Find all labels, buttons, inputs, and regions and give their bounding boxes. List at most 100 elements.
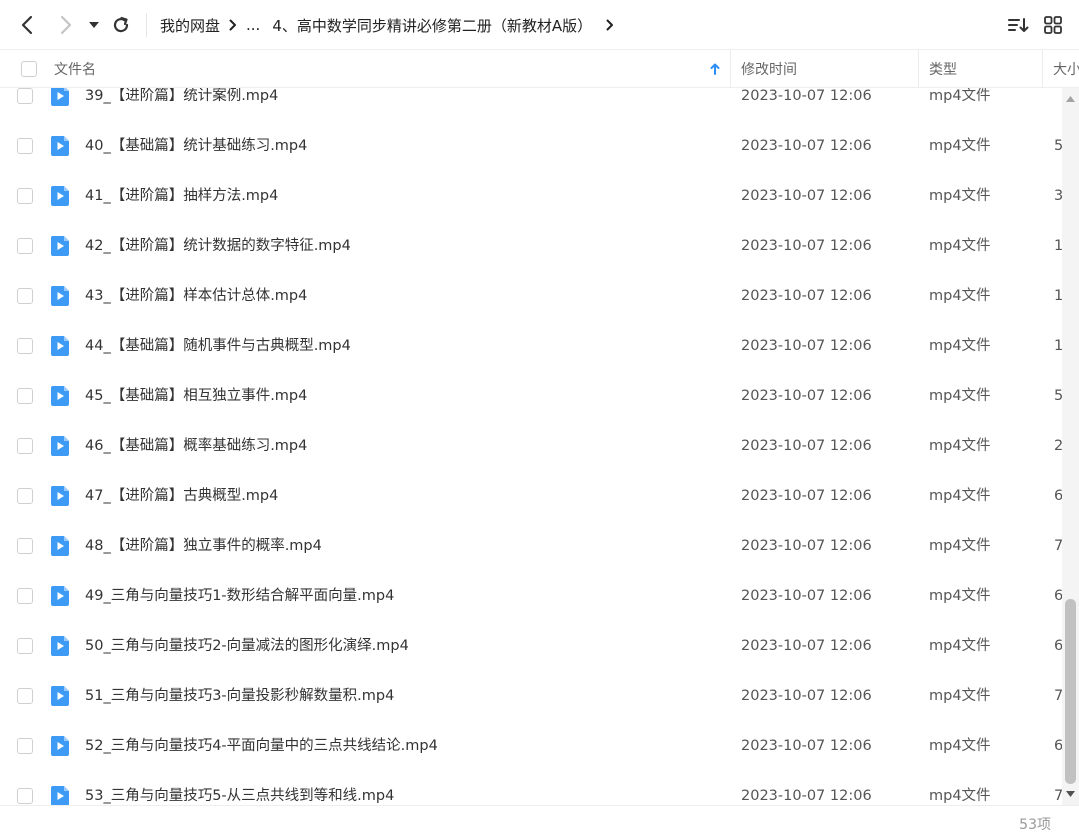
file-type: mp4文件 (929, 288, 991, 304)
grid-view-button[interactable] (1038, 10, 1068, 40)
video-file-icon (50, 586, 69, 606)
refresh-button[interactable] (106, 10, 136, 40)
file-name[interactable]: 46_【基础篇】概率基础练习.mp4 (85, 421, 307, 471)
row-checkbox[interactable] (17, 188, 33, 204)
table-row[interactable]: 44_【基础篇】随机事件与古典概型.mp4 2023-10-07 12:06 mp4… (0, 321, 1062, 371)
scroll-up-arrow-icon[interactable] (1062, 92, 1079, 106)
row-checkbox[interactable] (17, 88, 33, 104)
file-type: mp4文件 (929, 588, 991, 604)
row-checkbox[interactable] (17, 288, 33, 304)
video-file-icon (50, 136, 69, 156)
table-row[interactable]: 48_【进阶篇】独立事件的概率.mp4 2023-10-07 12:06 mp4文件… (0, 521, 1062, 571)
file-name[interactable]: 47_【进阶篇】古典概型.mp4 (85, 471, 278, 521)
row-checkbox[interactable] (17, 238, 33, 254)
forward-arrow-icon (60, 15, 72, 35)
file-name[interactable]: 52_三角与向量技巧4-平面向量中的三点共线结论.mp4 (85, 721, 438, 771)
file-size: 3 (1054, 188, 1062, 204)
file-name[interactable]: 42_【进阶篇】统计数据的数字特征.mp4 (85, 221, 351, 271)
video-file-icon (50, 286, 69, 306)
column-divider[interactable] (730, 50, 731, 88)
video-file-icon (50, 536, 69, 556)
scroll-down-arrow-icon[interactable] (1062, 787, 1079, 801)
forward-button[interactable] (51, 10, 81, 40)
column-divider[interactable] (1042, 50, 1043, 88)
table-row[interactable]: 52_三角与向量技巧4-平面向量中的三点共线结论.mp4 2023-10-07 1… (0, 721, 1062, 771)
column-label-size: 大小 (1053, 62, 1079, 78)
breadcrumb-item-ellipsis[interactable]: ... (246, 16, 260, 34)
file-type: mp4文件 (929, 638, 991, 654)
file-name[interactable]: 50_三角与向量技巧2-向量减法的图形化演绎.mp4 (85, 621, 409, 671)
file-modified-time: 2023-10-07 12:06 (741, 538, 872, 554)
file-name[interactable]: 39_【进阶篇】统计案例.mp4 (85, 88, 278, 121)
file-modified-time: 2023-10-07 12:06 (741, 788, 872, 804)
row-checkbox[interactable] (17, 438, 33, 454)
file-name[interactable]: 49_三角与向量技巧1-数形结合解平面向量.mp4 (85, 571, 394, 621)
history-dropdown-button[interactable] (80, 10, 108, 40)
breadcrumb-item-root[interactable]: 我的网盘 (160, 15, 220, 36)
chevron-right-icon[interactable] (606, 19, 614, 31)
file-size: 6 (1054, 738, 1062, 754)
column-header-size[interactable]: 大小 (1053, 50, 1079, 88)
column-header-modified[interactable]: 修改时间 (741, 50, 918, 88)
row-checkbox[interactable] (17, 538, 33, 554)
table-row[interactable]: 41_【进阶篇】抽样方法.mp4 2023-10-07 12:06 mp4文件 3 (0, 171, 1062, 221)
file-name[interactable]: 51_三角与向量技巧3-向量投影秒解数量积.mp4 (85, 671, 394, 721)
table-row[interactable]: 50_三角与向量技巧2-向量减法的图形化演绎.mp4 2023-10-07 12:… (0, 621, 1062, 671)
file-type: mp4文件 (929, 88, 991, 104)
column-label-name: 文件名 (54, 62, 96, 78)
file-name[interactable]: 41_【进阶篇】抽样方法.mp4 (85, 171, 278, 221)
breadcrumb-item-current[interactable]: 4、高中数学同步精讲必修第二册（新教材A版） (272, 15, 592, 36)
table-row[interactable]: 47_【进阶篇】古典概型.mp4 2023-10-07 12:06 mp4文件 6 (0, 471, 1062, 521)
column-divider[interactable] (918, 50, 919, 88)
vertical-scrollbar[interactable] (1062, 88, 1079, 805)
file-modified-time: 2023-10-07 12:06 (741, 488, 872, 504)
file-name[interactable]: 43_【进阶篇】样本估计总体.mp4 (85, 271, 307, 321)
file-name[interactable]: 53_三角与向量技巧5-从三点共线到等和线.mp4 (85, 771, 394, 805)
sort-button[interactable] (1003, 10, 1033, 40)
table-row[interactable]: 42_【进阶篇】统计数据的数字特征.mp4 2023-10-07 12:06 mp4… (0, 221, 1062, 271)
column-header-type[interactable]: 类型 (929, 50, 1042, 88)
row-checkbox[interactable] (17, 738, 33, 754)
grid-view-icon (1044, 16, 1062, 34)
row-checkbox[interactable] (17, 588, 33, 604)
sort-ascending-icon[interactable] (710, 50, 720, 88)
table-row[interactable]: 39_【进阶篇】统计案例.mp4 2023-10-07 12:06 mp4文件 (0, 88, 1062, 121)
refresh-icon (113, 16, 129, 33)
video-file-icon (50, 186, 69, 206)
file-size: 5 (1054, 388, 1062, 404)
column-label-type: 类型 (929, 62, 957, 78)
table-row[interactable]: 45_【基础篇】相互独立事件.mp4 2023-10-07 12:06 mp4文件 5 (0, 371, 1062, 421)
row-checkbox[interactable] (17, 388, 33, 404)
file-size: 6 (1054, 588, 1062, 604)
row-checkbox[interactable] (17, 338, 33, 354)
file-modified-time: 2023-10-07 12:06 (741, 188, 872, 204)
row-checkbox[interactable] (17, 788, 33, 804)
scrollbar-thumb[interactable] (1065, 599, 1076, 784)
back-button[interactable] (12, 10, 42, 40)
video-file-icon (50, 786, 69, 805)
table-row[interactable]: 49_三角与向量技巧1-数形结合解平面向量.mp4 2023-10-07 12:0… (0, 571, 1062, 621)
breadcrumb: 我的网盘 ... 4、高中数学同步精讲必修第二册（新教材A版） (160, 0, 623, 50)
video-file-icon (50, 636, 69, 656)
column-label-modified: 修改时间 (741, 62, 797, 78)
row-checkbox[interactable] (17, 638, 33, 654)
column-header-name[interactable]: 文件名 (54, 50, 730, 88)
table-row[interactable]: 53_三角与向量技巧5-从三点共线到等和线.mp4 2023-10-07 12:0… (0, 771, 1062, 805)
table-row[interactable]: 40_【基础篇】统计基础练习.mp4 2023-10-07 12:06 mp4文件 5 (0, 121, 1062, 171)
file-size: 7 (1054, 788, 1062, 804)
table-row[interactable]: 51_三角与向量技巧3-向量投影秒解数量积.mp4 2023-10-07 12:0… (0, 671, 1062, 721)
status-bar: 53项 (0, 805, 1079, 839)
row-checkbox[interactable] (17, 488, 33, 504)
row-checkbox[interactable] (17, 138, 33, 154)
file-type: mp4文件 (929, 738, 991, 754)
file-name[interactable]: 40_【基础篇】统计基础练习.mp4 (85, 121, 307, 171)
file-name[interactable]: 45_【基础篇】相互独立事件.mp4 (85, 371, 307, 421)
file-name[interactable]: 48_【进阶篇】独立事件的概率.mp4 (85, 521, 322, 571)
file-name[interactable]: 44_【基础篇】随机事件与古典概型.mp4 (85, 321, 351, 371)
table-row[interactable]: 46_【基础篇】概率基础练习.mp4 2023-10-07 12:06 mp4文件 2 (0, 421, 1062, 471)
select-all-checkbox[interactable] (21, 61, 37, 77)
row-checkbox[interactable] (17, 688, 33, 704)
file-rows: 39_【进阶篇】统计案例.mp4 2023-10-07 12:06 mp4文件 40_… (0, 88, 1062, 805)
toolbar: 我的网盘 ... 4、高中数学同步精讲必修第二册（新教材A版） (0, 0, 1079, 50)
table-row[interactable]: 43_【进阶篇】样本估计总体.mp4 2023-10-07 12:06 mp4文件 1 (0, 271, 1062, 321)
